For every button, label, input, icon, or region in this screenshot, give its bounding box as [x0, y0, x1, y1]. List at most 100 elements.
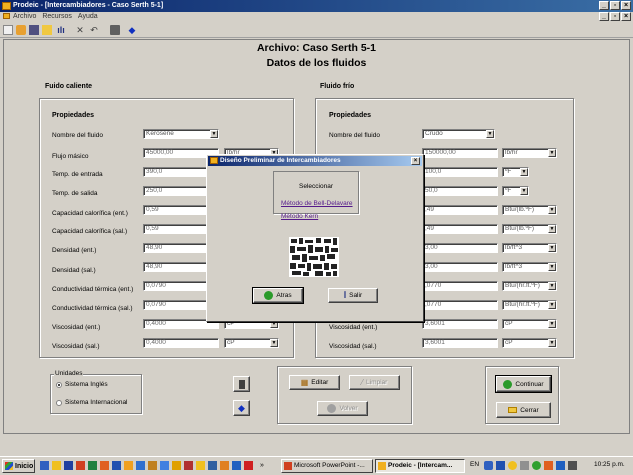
chevron-down-icon[interactable]: ▼ [520, 168, 528, 176]
quicklaunch-desktop-icon[interactable] [64, 461, 73, 470]
bell-delaware-link[interactable]: Método de Bell-Delavare [281, 200, 353, 207]
cold-value-field[interactable]: ,49 [422, 205, 498, 215]
chevron-down-icon[interactable]: ▼ [548, 149, 556, 157]
chevron-down-icon[interactable]: ▼ [548, 301, 556, 309]
back-button[interactable]: Volver [317, 401, 368, 416]
cold-value-field[interactable]: ,0770 [422, 281, 498, 291]
quicklaunch-pdf-icon[interactable] [244, 461, 253, 470]
cold-value-field[interactable]: ,0770 [422, 300, 498, 310]
clock[interactable]: 10:25 p.m. [594, 461, 625, 468]
chevron-down-icon[interactable]: ▼ [548, 244, 556, 252]
calculator-button[interactable] [233, 376, 250, 392]
cold-value-field[interactable]: 100,0 [422, 167, 498, 177]
edit-pen-button[interactable]: ◆ [233, 400, 250, 416]
quicklaunch-app-icon[interactable] [172, 461, 181, 470]
quicklaunch-app-icon[interactable] [196, 461, 205, 470]
tray-icon[interactable] [496, 461, 505, 470]
tray-icon[interactable] [520, 461, 529, 470]
dialog-back-button[interactable]: Atras [252, 287, 304, 304]
cold-unit-select[interactable]: Btu/(lb.ºF) ▼ [502, 224, 557, 234]
dialog-close-button[interactable]: × [411, 157, 420, 165]
tray-icon[interactable] [484, 461, 493, 470]
new-file-icon[interactable] [3, 25, 13, 35]
continue-button[interactable]: Continuar [495, 375, 552, 393]
cold-value-field[interactable]: 3,00 [422, 243, 498, 253]
quicklaunch-app-icon[interactable] [208, 461, 217, 470]
chevron-down-icon[interactable]: ▼ [548, 320, 556, 328]
cold-unit-select[interactable]: lb/ft^3 ▼ [502, 243, 557, 253]
chevron-down-icon[interactable]: ▼ [548, 263, 556, 271]
undo-icon[interactable]: ↶ [89, 25, 99, 35]
minimize-button[interactable]: _ [599, 1, 609, 10]
quicklaunch-word-icon[interactable] [112, 461, 121, 470]
cold-value-field[interactable]: 3,6001 [422, 319, 498, 329]
cold-value-field[interactable]: ,49 [422, 224, 498, 234]
cold-unit-select[interactable]: Btu/(hr.ft.ºF) ▼ [502, 281, 557, 291]
menu-recursos[interactable]: Recursos [42, 13, 72, 20]
quicklaunch-more-icon[interactable]: » [260, 461, 269, 470]
quicklaunch-excel-icon[interactable] [88, 461, 97, 470]
quicklaunch-app-icon[interactable] [184, 461, 193, 470]
radio-international[interactable]: Sistema Internacional [56, 399, 128, 406]
task-prodeic[interactable]: Prodeic - [Intercam... [375, 459, 465, 473]
chevron-down-icon[interactable]: ▼ [548, 282, 556, 290]
mdi-child-icon[interactable] [3, 13, 10, 20]
radio-selected-icon[interactable] [56, 381, 62, 388]
menu-ayuda[interactable]: Ayuda [78, 13, 98, 20]
restore-button[interactable]: ▫ [610, 1, 620, 10]
chevron-down-icon[interactable]: ▼ [548, 225, 556, 233]
quicklaunch-app-icon[interactable] [76, 461, 85, 470]
quicklaunch-ie-icon[interactable] [40, 461, 49, 470]
cold-value-field[interactable]: 3,00 [422, 262, 498, 272]
chart-icon[interactable]: ılı [56, 25, 66, 35]
menu-archivo[interactable]: Archivo [13, 13, 36, 20]
kern-method-link[interactable]: Método Kern [281, 213, 318, 220]
cold-unit-select[interactable]: Btu/(lb.ºF) ▼ [502, 205, 557, 215]
chevron-down-icon[interactable]: ▼ [270, 339, 278, 347]
hot-value-field[interactable]: 0,4000 [143, 338, 219, 348]
tray-icon[interactable] [544, 461, 553, 470]
close-button[interactable]: × [621, 1, 631, 10]
cold-value-field[interactable]: 150000,00 [422, 148, 498, 158]
start-button[interactable]: Inicio [2, 459, 35, 473]
hot-unit-select[interactable]: cP ▼ [224, 338, 279, 348]
radio-unselected-icon[interactable] [56, 399, 62, 406]
volume-icon[interactable] [568, 461, 577, 470]
tray-icon[interactable] [508, 461, 517, 470]
folder-icon[interactable] [42, 25, 52, 35]
quicklaunch-app-icon[interactable] [124, 461, 133, 470]
cold-unit-select[interactable]: ºF ▼ [502, 167, 529, 177]
close-app-button[interactable]: Cerrar [496, 402, 551, 418]
edit-button[interactable]: ▦ Editar [289, 375, 340, 390]
cold-unit-select[interactable]: lb/hr ▼ [502, 148, 557, 158]
quicklaunch-folder-icon[interactable] [52, 461, 61, 470]
task-powerpoint[interactable]: Microsoft PowerPoint -... [281, 459, 373, 473]
chevron-down-icon[interactable]: ▼ [210, 130, 218, 138]
chevron-down-icon[interactable]: ▼ [548, 339, 556, 347]
edit-pen-icon[interactable]: ◆ [127, 25, 137, 35]
child-minimize-button[interactable]: _ [599, 12, 609, 21]
chevron-down-icon[interactable]: ▼ [548, 206, 556, 214]
cold-value-field[interactable]: 3,6001 [422, 338, 498, 348]
tray-icon[interactable] [556, 461, 565, 470]
tray-icon[interactable] [532, 461, 541, 470]
child-close-button[interactable]: × [621, 12, 631, 21]
language-indicator[interactable]: EN [470, 461, 479, 468]
quicklaunch-app-icon[interactable] [136, 461, 145, 470]
dialog-exit-button[interactable]: İ Salir [328, 288, 378, 303]
quicklaunch-app-icon[interactable] [148, 461, 157, 470]
cold-unit-select[interactable]: ºF ▼ [502, 186, 529, 196]
cut-icon[interactable]: ✕ [75, 25, 85, 35]
cold-unit-select[interactable]: Btu/(hr.ft.ºF) ▼ [502, 300, 557, 310]
calculator-icon[interactable] [110, 25, 120, 35]
save-disk-icon[interactable] [29, 25, 39, 35]
child-restore-button[interactable]: ▫ [610, 12, 620, 21]
cold-unit-select[interactable]: lb/ft^3 ▼ [502, 262, 557, 272]
chevron-down-icon[interactable]: ▼ [486, 130, 494, 138]
radio-english[interactable]: Sistema Inglés [56, 381, 108, 388]
clear-button[interactable]: ⁄ Limpiar [349, 375, 400, 390]
hot-fluid-name-select[interactable]: Kerosene ▼ [143, 129, 219, 139]
quicklaunch-app-icon[interactable] [232, 461, 241, 470]
cold-value-field[interactable]: 50,0 [422, 186, 498, 196]
cold-unit-select[interactable]: cP ▼ [502, 338, 557, 348]
